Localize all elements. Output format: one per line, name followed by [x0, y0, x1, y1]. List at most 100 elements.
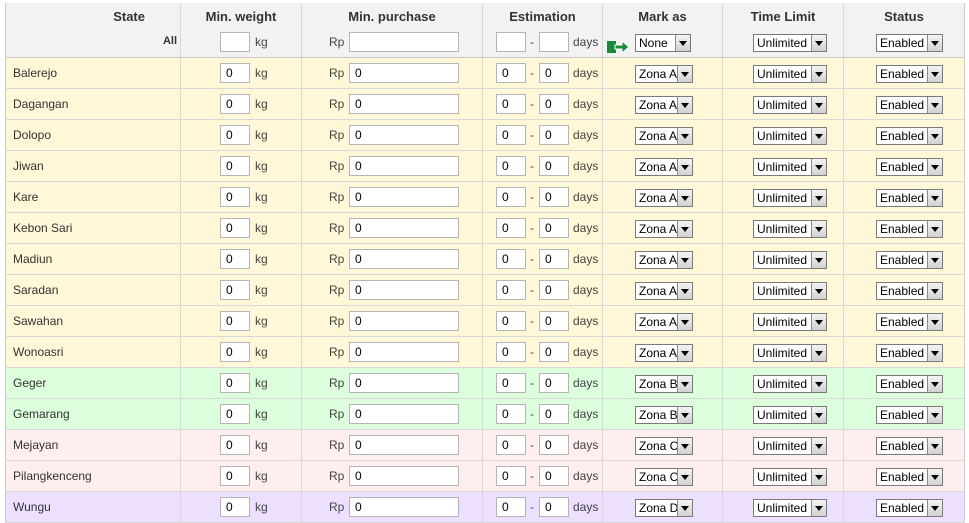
status-select[interactable]: Enabled — [876, 65, 943, 83]
min-weight-input[interactable] — [220, 342, 250, 362]
status-select[interactable]: Enabled — [876, 437, 943, 455]
est-min-input[interactable] — [496, 466, 526, 486]
est-max-input[interactable] — [539, 404, 569, 424]
status-select[interactable]: Enabled — [876, 189, 943, 207]
min-purchase-input[interactable] — [349, 342, 459, 362]
est-min-input[interactable] — [496, 497, 526, 517]
min-purchase-input[interactable] — [349, 497, 459, 517]
est-max-input[interactable] — [539, 373, 569, 393]
time-limit-select[interactable]: Unlimited — [753, 96, 827, 114]
min-weight-input[interactable] — [220, 63, 250, 83]
status-select[interactable]: Enabled — [876, 375, 943, 393]
est-max-input[interactable] — [539, 466, 569, 486]
mark-as-select[interactable]: Zona A — [635, 220, 693, 238]
status-select[interactable]: Enabled — [876, 406, 943, 424]
min-weight-input[interactable] — [220, 311, 250, 331]
status-select[interactable]: Enabled — [876, 220, 943, 238]
min-weight-input[interactable] — [220, 187, 250, 207]
mark-as-select[interactable]: Zona C — [635, 437, 693, 455]
all-time-limit-select[interactable]: Unlimited — [753, 34, 827, 52]
est-max-input[interactable] — [539, 125, 569, 145]
time-limit-select[interactable]: Unlimited — [753, 375, 827, 393]
mark-as-select[interactable]: Zona D — [635, 499, 693, 517]
status-select[interactable]: Enabled — [876, 344, 943, 362]
all-mark-select[interactable]: None — [635, 34, 691, 52]
apply-to-all-arrow-icon[interactable] — [607, 39, 629, 53]
est-max-input[interactable] — [539, 311, 569, 331]
min-weight-input[interactable] — [220, 249, 250, 269]
min-purchase-input[interactable] — [349, 218, 459, 238]
est-min-input[interactable] — [496, 156, 526, 176]
time-limit-select[interactable]: Unlimited — [753, 158, 827, 176]
est-min-input[interactable] — [496, 435, 526, 455]
est-min-input[interactable] — [496, 218, 526, 238]
status-select[interactable]: Enabled — [876, 96, 943, 114]
time-limit-select[interactable]: Unlimited — [753, 313, 827, 331]
min-purchase-input[interactable] — [349, 466, 459, 486]
min-weight-input[interactable] — [220, 435, 250, 455]
all-est-min-input[interactable] — [496, 32, 526, 52]
est-max-input[interactable] — [539, 497, 569, 517]
est-min-input[interactable] — [496, 404, 526, 424]
min-purchase-input[interactable] — [349, 94, 459, 114]
time-limit-select[interactable]: Unlimited — [753, 220, 827, 238]
all-purchase-input[interactable] — [349, 32, 459, 52]
est-max-input[interactable] — [539, 187, 569, 207]
status-select[interactable]: Enabled — [876, 468, 943, 486]
all-weight-input[interactable] — [220, 32, 250, 52]
mark-as-select[interactable]: Zona A — [635, 189, 693, 207]
mark-as-select[interactable]: Zona A — [635, 65, 693, 83]
mark-as-select[interactable]: Zona C — [635, 468, 693, 486]
min-purchase-input[interactable] — [349, 187, 459, 207]
est-min-input[interactable] — [496, 342, 526, 362]
min-weight-input[interactable] — [220, 280, 250, 300]
min-purchase-input[interactable] — [349, 249, 459, 269]
time-limit-select[interactable]: Unlimited — [753, 499, 827, 517]
est-min-input[interactable] — [496, 311, 526, 331]
est-max-input[interactable] — [539, 280, 569, 300]
status-select[interactable]: Enabled — [876, 313, 943, 331]
min-purchase-input[interactable] — [349, 311, 459, 331]
time-limit-select[interactable]: Unlimited — [753, 251, 827, 269]
min-weight-input[interactable] — [220, 373, 250, 393]
min-weight-input[interactable] — [220, 404, 250, 424]
mark-as-select[interactable]: Zona A — [635, 158, 693, 176]
time-limit-select[interactable]: Unlimited — [753, 282, 827, 300]
min-weight-input[interactable] — [220, 94, 250, 114]
all-status-select[interactable]: Enabled — [876, 34, 943, 52]
time-limit-select[interactable]: Unlimited — [753, 344, 827, 362]
status-select[interactable]: Enabled — [876, 282, 943, 300]
est-max-input[interactable] — [539, 249, 569, 269]
status-select[interactable]: Enabled — [876, 251, 943, 269]
min-purchase-input[interactable] — [349, 156, 459, 176]
status-select[interactable]: Enabled — [876, 158, 943, 176]
min-purchase-input[interactable] — [349, 280, 459, 300]
est-min-input[interactable] — [496, 373, 526, 393]
time-limit-select[interactable]: Unlimited — [753, 406, 827, 424]
est-max-input[interactable] — [539, 156, 569, 176]
min-purchase-input[interactable] — [349, 435, 459, 455]
est-max-input[interactable] — [539, 342, 569, 362]
min-weight-input[interactable] — [220, 156, 250, 176]
time-limit-select[interactable]: Unlimited — [753, 189, 827, 207]
est-min-input[interactable] — [496, 63, 526, 83]
mark-as-select[interactable]: Zona A — [635, 96, 693, 114]
min-weight-input[interactable] — [220, 218, 250, 238]
mark-as-select[interactable]: Zona A — [635, 282, 693, 300]
est-max-input[interactable] — [539, 435, 569, 455]
min-purchase-input[interactable] — [349, 125, 459, 145]
est-min-input[interactable] — [496, 125, 526, 145]
mark-as-select[interactable]: Zona B — [635, 406, 693, 424]
min-weight-input[interactable] — [220, 466, 250, 486]
status-select[interactable]: Enabled — [876, 127, 943, 145]
min-weight-input[interactable] — [220, 125, 250, 145]
est-max-input[interactable] — [539, 218, 569, 238]
min-purchase-input[interactable] — [349, 373, 459, 393]
time-limit-select[interactable]: Unlimited — [753, 437, 827, 455]
mark-as-select[interactable]: Zona A — [635, 127, 693, 145]
min-weight-input[interactable] — [220, 497, 250, 517]
est-min-input[interactable] — [496, 280, 526, 300]
min-purchase-input[interactable] — [349, 63, 459, 83]
status-select[interactable]: Enabled — [876, 499, 943, 517]
mark-as-select[interactable]: Zona A — [635, 251, 693, 269]
